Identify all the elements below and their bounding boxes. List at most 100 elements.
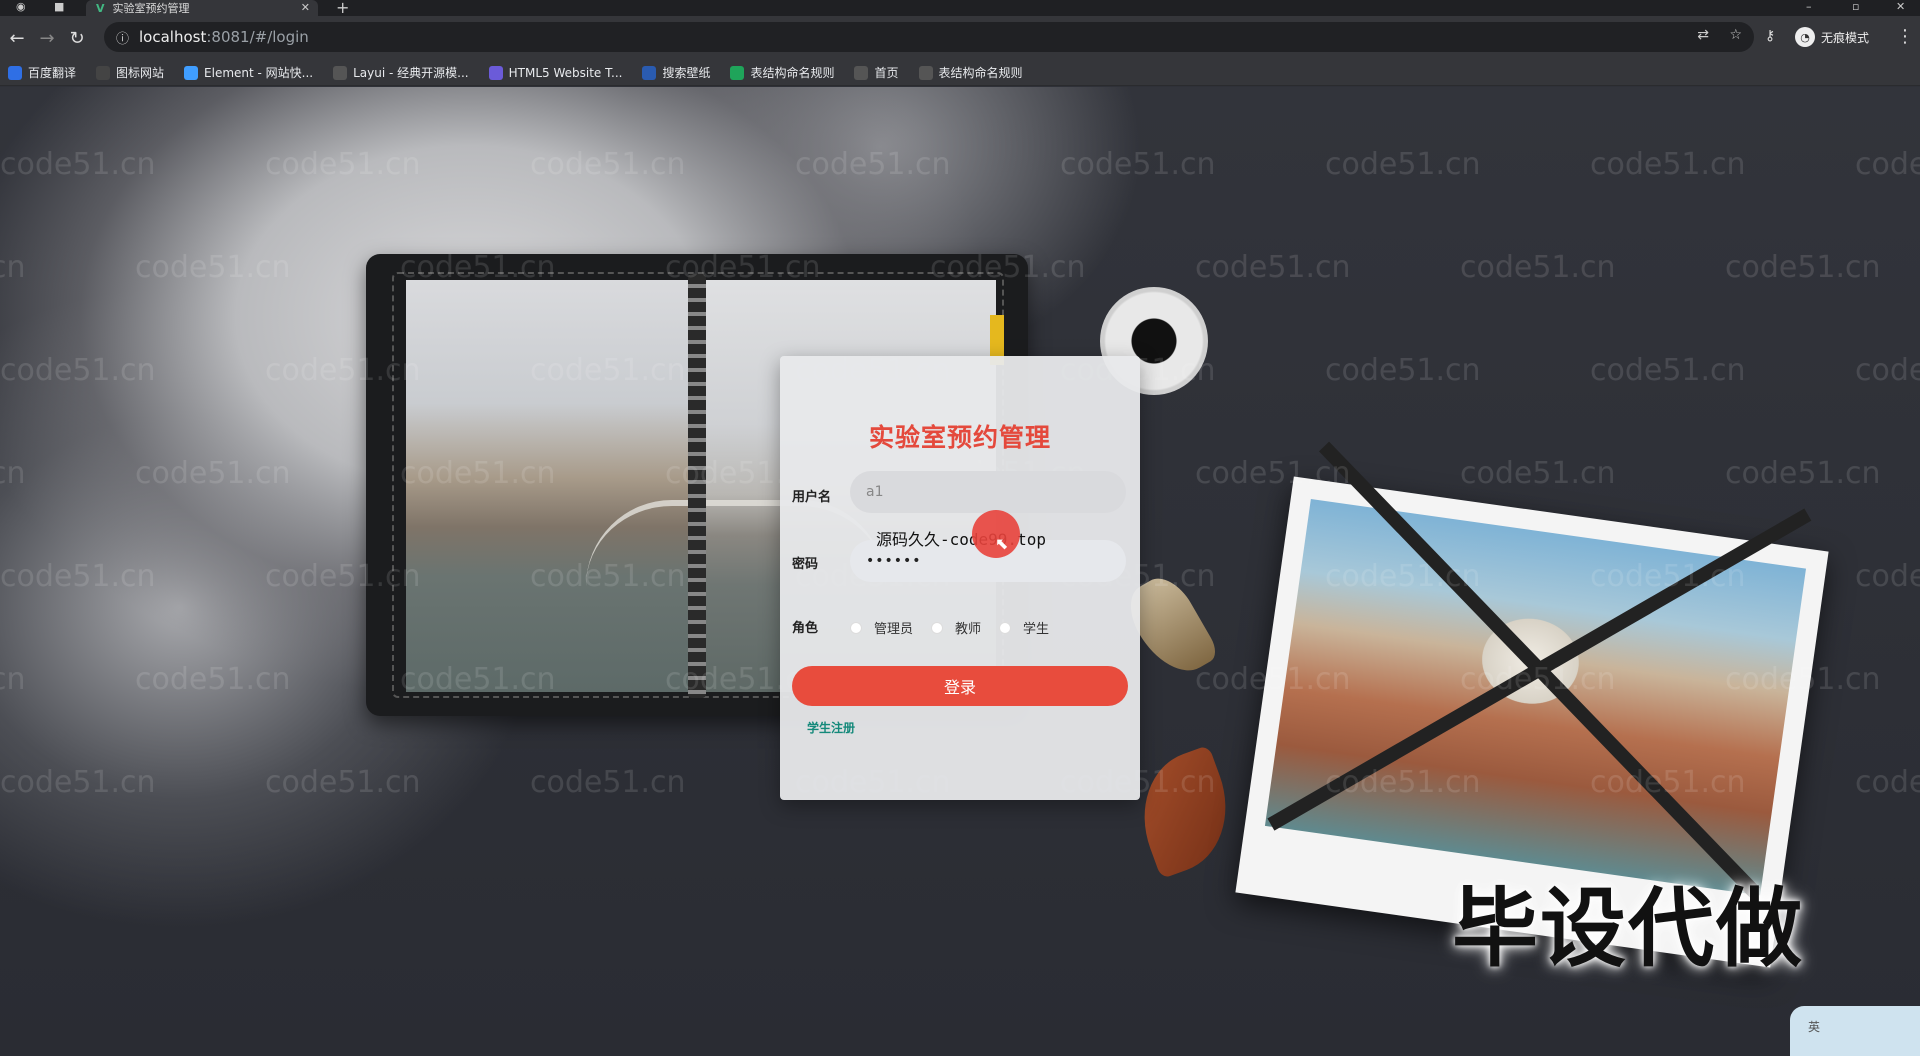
watermark-text: code51.cn (135, 250, 291, 285)
bookmark-item[interactable]: 搜索壁纸 (642, 64, 710, 81)
bookmark-label: Layui - 经典开源模... (353, 66, 469, 80)
bookmark-item[interactable]: 表结构命名规则 (918, 64, 1023, 81)
wallpaper-icon (642, 65, 657, 80)
username-input[interactable] (850, 471, 1126, 513)
bookmark-label: 表结构命名规则 (938, 66, 1023, 80)
watermark-text: code51.cn (1855, 353, 1920, 388)
watermark-text: code51.cn (0, 662, 26, 697)
role-label: 角色 (792, 621, 819, 636)
globe-icon (918, 65, 933, 80)
window-close-icon[interactable]: ✕ (1896, 0, 1905, 13)
url-bar[interactable]: ⓘ localhost:8081/#/login ⇄ ☆ (104, 22, 1754, 52)
watermark-text: code51.cn (795, 147, 951, 182)
role-radio-student[interactable] (999, 621, 1012, 634)
minimize-icon[interactable]: – (1806, 0, 1812, 13)
browser-menu-icon[interactable]: ◉ (16, 0, 26, 13)
overlay-tooltip-text: 源码久久-code99.top (876, 530, 1046, 549)
login-button[interactable]: 登录 (792, 666, 1128, 706)
browser-tab-active[interactable]: V 实验室预约管理 ✕ (86, 0, 318, 16)
back-icon[interactable]: ← (2, 28, 32, 49)
watermark-text: code51.cn (1590, 353, 1746, 388)
bookmark-item[interactable]: 表结构命名规则 (730, 64, 834, 81)
notebook-spiral (688, 274, 706, 698)
incognito-icon: ◔ (1795, 27, 1815, 47)
role-radio-group: 管理员 教师 学生 (850, 618, 1067, 637)
leaf-decoration (1123, 744, 1247, 880)
incognito-indicator[interactable]: ◔ 无痕模式 (1795, 24, 1869, 50)
tab-title: 实验室预约管理 (112, 2, 190, 15)
sheet-icon (730, 65, 745, 80)
watermark-text: code51.cn (265, 147, 421, 182)
bookmark-label: Element - 网站快... (204, 66, 314, 80)
ime-indicator[interactable]: 英 (1790, 1006, 1920, 1056)
bookmark-label: 图标网站 (116, 66, 165, 80)
watermark-text: code51.cn (1725, 456, 1881, 491)
role-radio-admin[interactable] (850, 621, 862, 634)
role-option-label: 管理员 (874, 622, 914, 637)
venice-photo-left (406, 280, 696, 692)
watermark-text: code51.cn (530, 147, 686, 182)
browser-tab-strip: ◉ ■ V 实验室预约管理 ✕ + – ▫ ✕ (0, 0, 1920, 17)
flag-icon (96, 65, 111, 80)
incognito-label: 无痕模式 (1821, 30, 1870, 45)
watermark-text: code51.cn (1325, 353, 1481, 388)
translate-page-icon[interactable]: ⇄ (1697, 27, 1709, 43)
mouse-cursor-icon: ⬉ (995, 534, 1009, 553)
role-radio-teacher[interactable] (931, 621, 944, 634)
translate-icon (8, 65, 22, 80)
watermark-text: code51.cn (0, 147, 156, 182)
tab-close-icon[interactable]: ✕ (301, 1, 310, 14)
watermark-text: code51.cn (1195, 250, 1351, 285)
bookmark-label: 表结构命名规则 (750, 66, 835, 80)
watermark-text: code51.cn (1725, 250, 1881, 285)
tab-search-icon[interactable]: ■ (54, 0, 64, 13)
bookmark-item[interactable]: Layui - 经典开源模... (333, 64, 469, 81)
watermark-text: code51.cn (1460, 250, 1616, 285)
bookmark-label: HTML5 Website T... (508, 65, 623, 80)
password-label: 密码 (792, 557, 819, 572)
watermark-text: code51.cn (1855, 559, 1920, 594)
username-label: 用户名 (792, 490, 832, 505)
browser-menu-kebab-icon[interactable]: ⋮ (1896, 26, 1914, 47)
bookmarks-bar: 百度翻译 图标网站 Element - 网站快... Layui - 经典开源模...… (0, 60, 1920, 86)
watermark-text: code51.cn (0, 250, 26, 285)
login-form: 实验室预约管理 用户名 密码 角色 管理员 教师 学生 登录 学生注册 (780, 356, 1140, 800)
bookmark-item[interactable]: 百度翻译 (8, 64, 76, 81)
layui-icon (333, 65, 348, 80)
student-register-link[interactable]: 学生注册 (807, 719, 855, 736)
bookmark-item[interactable]: HTML5 Website T... (488, 65, 623, 80)
bookmark-item[interactable]: Element - 网站快... (184, 64, 313, 81)
key-icon[interactable]: ⚷ (1765, 28, 1775, 44)
reload-icon[interactable]: ↻ (62, 28, 92, 49)
url-path: :8081/#/login (206, 28, 309, 46)
new-tab-icon[interactable]: + (336, 0, 349, 17)
overlay-ad-text: 毕设代做 (1452, 879, 1804, 979)
bookmark-item[interactable]: 首页 (854, 64, 899, 81)
globe-icon (854, 65, 869, 80)
watermark-text: code51.cn (0, 559, 156, 594)
watermark-text: code51.cn (530, 765, 686, 800)
watermark-text: code51.cn (1060, 147, 1216, 182)
watermark-text: code51.cn (265, 765, 421, 800)
site-info-icon[interactable]: ⓘ (116, 28, 129, 47)
forward-icon[interactable]: → (32, 28, 62, 49)
bookmark-item[interactable]: 图标网站 (96, 64, 164, 81)
watermark-text: code51.cn (0, 353, 156, 388)
watermark-text: code51.cn (0, 765, 156, 800)
bookmark-label: 百度翻译 (28, 66, 77, 80)
login-title: 实验室预约管理 (868, 423, 1051, 452)
restore-icon[interactable]: ▫ (1852, 0, 1859, 13)
role-option-label: 教师 (955, 622, 982, 637)
watermark-text: code51.cn (1855, 147, 1920, 182)
shield-icon (488, 65, 503, 80)
watermark-text: code51.cn (0, 456, 26, 491)
watermark-text: code51.cn (1460, 456, 1616, 491)
bookmark-label: 首页 (874, 66, 899, 80)
watermark-text: code51.cn (1855, 765, 1920, 800)
watermark-text: code51.cn (135, 662, 291, 697)
role-option-label: 学生 (1023, 622, 1050, 637)
watermark-text: code51.cn (1590, 147, 1746, 182)
url-host: localhost (139, 28, 207, 46)
bookmark-star-icon[interactable]: ☆ (1729, 27, 1742, 43)
hex-icon (184, 65, 199, 80)
